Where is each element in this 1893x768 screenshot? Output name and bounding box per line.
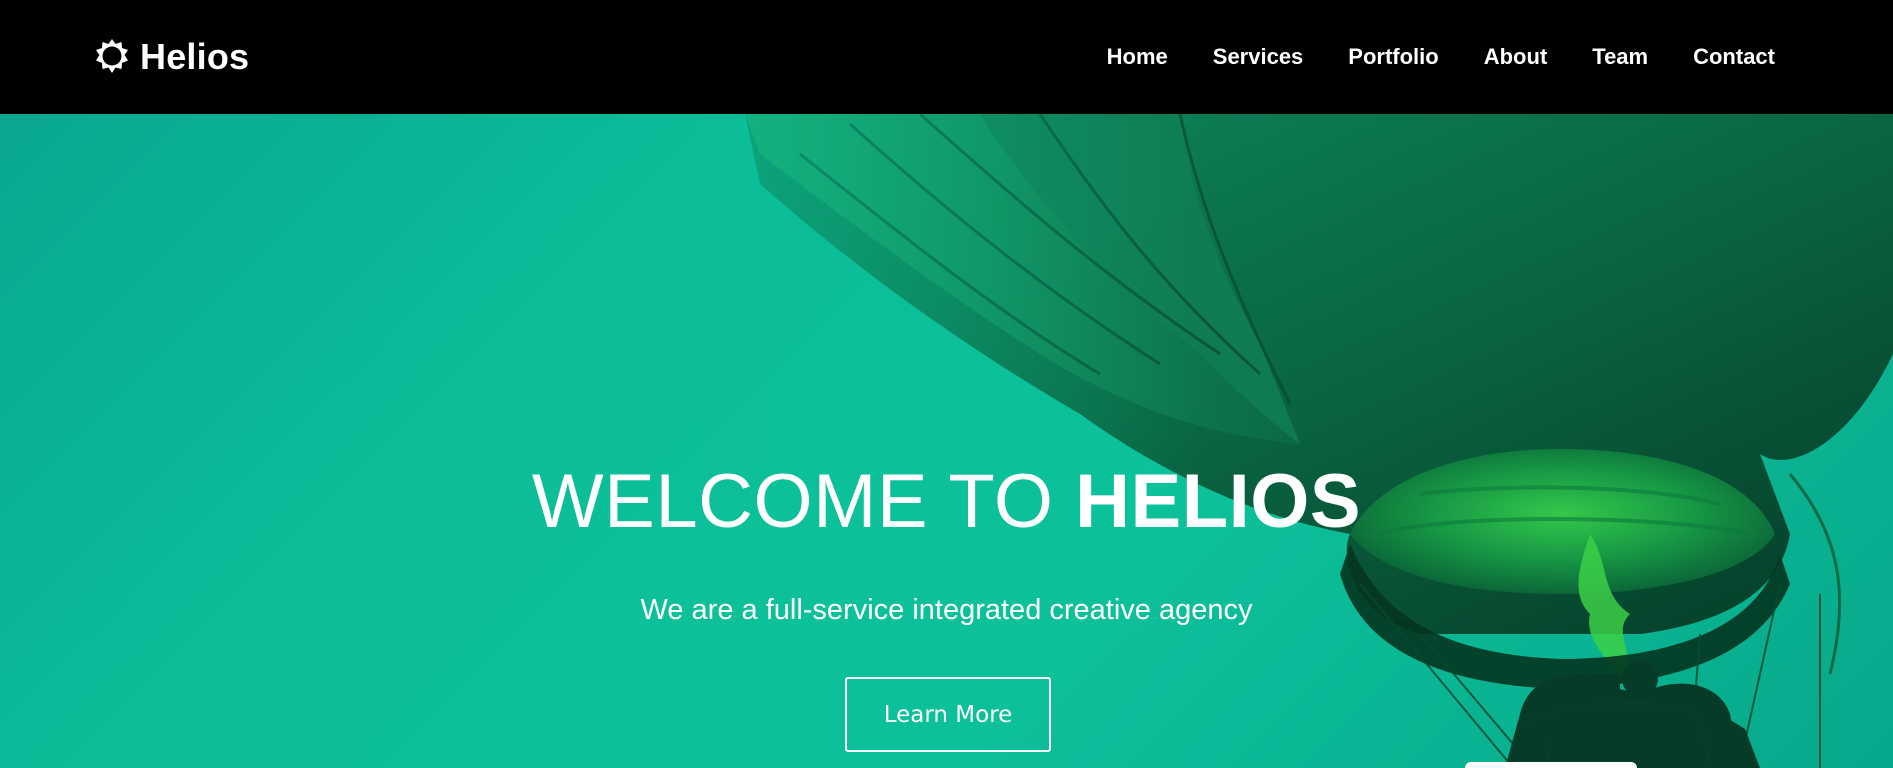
bottom-tab-edge [1465, 762, 1637, 768]
hero-title-regular: WELCOME TO [531, 459, 1076, 544]
hero-content: WELCOME TO HELIOS We are a full-service … [0, 114, 1893, 768]
main-nav: Home Services Portfolio About Team Conta… [1107, 44, 1775, 70]
nav-contact[interactable]: Contact [1693, 44, 1775, 70]
navbar: Helios Home Services Portfolio About Tea… [0, 0, 1893, 114]
brand-link[interactable]: Helios [92, 36, 249, 78]
hero-section: WELCOME TO HELIOS We are a full-service … [0, 114, 1893, 768]
brand-name: Helios [140, 36, 250, 77]
nav-home[interactable]: Home [1107, 44, 1168, 70]
hero-title-bold: HELIOS [1075, 459, 1362, 544]
hero-subtitle: We are a full-service integrated creativ… [640, 594, 1253, 626]
sun-icon [92, 37, 132, 77]
nav-portfolio[interactable]: Portfolio [1348, 44, 1438, 70]
hero-title: WELCOME TO HELIOS [0, 464, 1893, 540]
learn-more-button[interactable]: Learn More [845, 677, 1051, 752]
nav-about[interactable]: About [1484, 44, 1548, 70]
nav-services[interactable]: Services [1213, 44, 1304, 70]
nav-team[interactable]: Team [1592, 44, 1648, 70]
